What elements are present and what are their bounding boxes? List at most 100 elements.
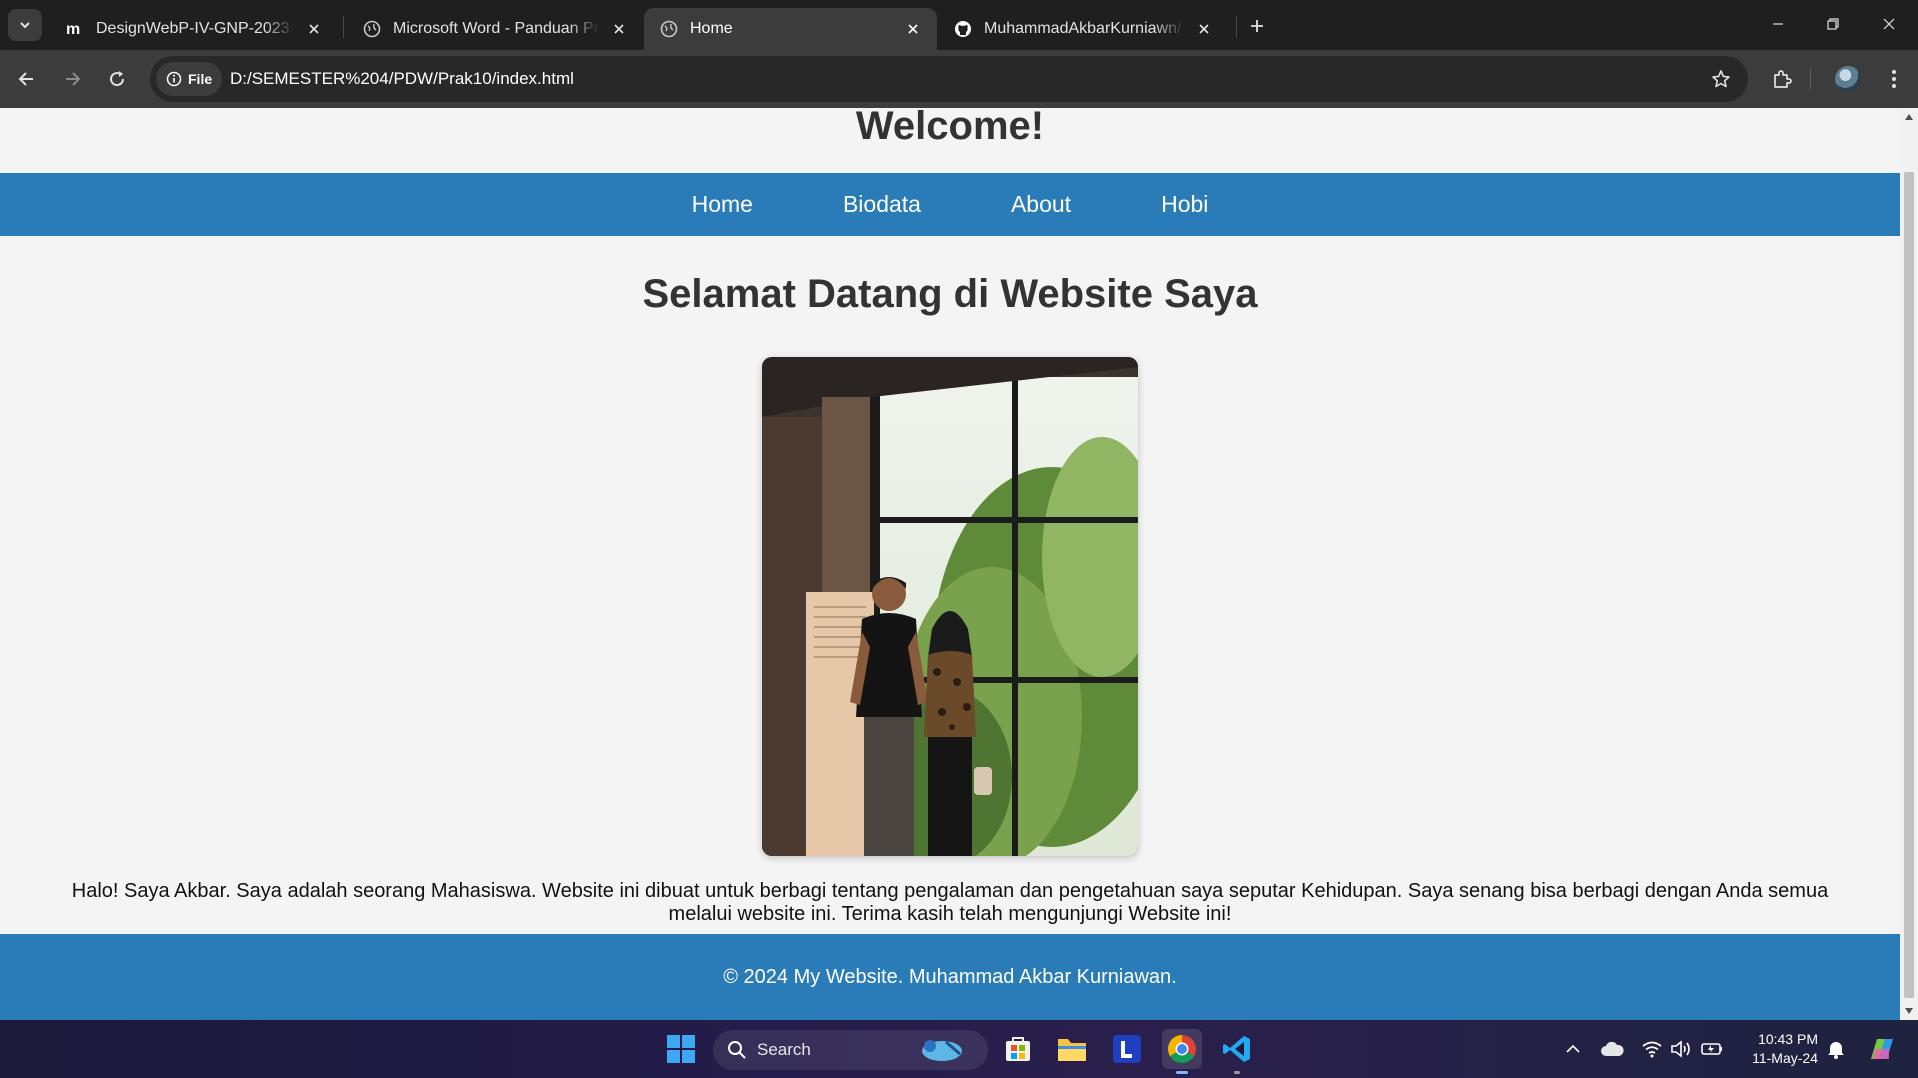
close-window-button[interactable] <box>1866 8 1912 40</box>
moodle-icon: m <box>66 20 84 38</box>
site-footer: © 2024 My Website. Muhammad Akbar Kurnia… <box>0 934 1900 1020</box>
tab-word[interactable]: Microsoft Word - Panduan Prak <box>347 8 643 50</box>
scroll-up-arrow[interactable] <box>1904 112 1914 122</box>
taskbar-file-explorer[interactable] <box>1052 1029 1092 1069</box>
profile-photo <box>762 357 1138 856</box>
globe-icon <box>363 20 381 38</box>
minimize-button[interactable] <box>1755 8 1801 40</box>
taskbar-vscode[interactable] <box>1217 1029 1257 1074</box>
menu-button[interactable] <box>1877 62 1911 96</box>
restore-icon <box>1827 18 1839 30</box>
back-button[interactable] <box>10 62 44 96</box>
windows-logo-icon <box>667 1035 695 1063</box>
scroll-down-arrow[interactable] <box>1904 1006 1914 1016</box>
site-chip-label: File <box>188 71 213 87</box>
toolbar-divider <box>1810 68 1811 90</box>
search-label: Search <box>757 1040 811 1059</box>
tab-title: MuhammadAkbarKurniawn/Tug <box>984 20 1184 37</box>
github-icon <box>954 20 972 38</box>
arrow-left-icon <box>18 72 33 86</box>
notifications-button[interactable] <box>1823 1036 1849 1062</box>
start-button[interactable] <box>661 1029 701 1069</box>
close-icon[interactable] <box>304 19 324 39</box>
site-info-chip[interactable]: File <box>156 62 223 96</box>
tab-home[interactable]: Home <box>644 8 937 50</box>
intro-paragraph: Halo! Saya Akbar. Saya adalah seorang Ma… <box>71 880 1829 925</box>
url-text[interactable]: D:/SEMESTER%204/PDW/Prak10/index.html <box>230 69 574 89</box>
onedrive-tray-button[interactable] <box>1599 1036 1625 1062</box>
taskbar-chrome[interactable] <box>1162 1029 1202 1074</box>
site-navigation: Home Biodata About Hobi <box>0 173 1900 236</box>
battery-tray-button[interactable] <box>1699 1036 1725 1062</box>
chrome-icon <box>1168 1035 1196 1063</box>
scrollbar-thumb[interactable] <box>1904 172 1914 998</box>
close-icon[interactable] <box>903 19 923 39</box>
windows-taskbar: Search 10:43 PM 11-May-24 <box>0 1020 1918 1078</box>
chevron-down-icon <box>20 22 30 29</box>
close-icon[interactable] <box>1194 19 1214 39</box>
arrow-right-icon <box>66 72 81 86</box>
wifi-icon <box>1642 1041 1662 1058</box>
kebab-menu-icon <box>1892 70 1896 88</box>
letter-l-app-icon <box>1113 1035 1141 1063</box>
vertical-scrollbar[interactable] <box>1900 108 1918 1020</box>
taskbar-clock[interactable]: 10:43 PM 11-May-24 <box>1734 1030 1818 1068</box>
running-indicator <box>1234 1071 1240 1074</box>
tab-separator <box>1236 16 1237 38</box>
page-viewport: Welcome! Home Biodata About Hobi Selamat… <box>0 108 1918 1020</box>
nav-link-biodata[interactable]: Biodata <box>843 191 921 218</box>
tab-separator <box>343 16 344 38</box>
search-highlight-icon <box>922 1040 962 1061</box>
nav-link-about[interactable]: About <box>1011 191 1071 218</box>
show-hidden-icons-button[interactable] <box>1560 1036 1586 1062</box>
wifi-tray-button[interactable] <box>1639 1036 1665 1062</box>
volume-tray-button[interactable] <box>1668 1036 1694 1062</box>
triangle-up-icon <box>1905 114 1913 120</box>
svg-text:m: m <box>66 21 80 38</box>
restore-button[interactable] <box>1810 8 1856 40</box>
minimize-icon <box>1773 23 1783 25</box>
puzzle-icon <box>1774 70 1792 88</box>
nav-link-hobi[interactable]: Hobi <box>1161 191 1208 218</box>
reload-button[interactable] <box>100 62 134 96</box>
tab-title: Home <box>690 20 733 37</box>
clock-time: 10:43 PM <box>1758 1031 1818 1047</box>
bell-icon <box>1828 1042 1844 1059</box>
tab-search-button[interactable] <box>8 9 42 41</box>
clock-date: 11-May-24 <box>1752 1050 1818 1066</box>
taskbar-app-l[interactable] <box>1107 1029 1147 1069</box>
chevron-up-icon <box>1566 1044 1580 1053</box>
browser-toolbar: File D:/SEMESTER%204/PDW/Prak10/index.ht… <box>0 50 1918 108</box>
plus-icon <box>1251 20 1263 32</box>
battery-charging-icon <box>1701 1043 1722 1055</box>
tab-github[interactable]: MuhammadAkbarKurniawn/Tug <box>938 8 1228 50</box>
close-icon <box>1883 18 1895 30</box>
forward-button[interactable] <box>55 62 89 96</box>
close-icon[interactable] <box>609 19 629 39</box>
cloud-icon <box>1601 1041 1624 1056</box>
footer-text: © 2024 My Website. Muhammad Akbar Kurnia… <box>723 965 1177 988</box>
copilot-button[interactable] <box>1865 1034 1899 1064</box>
taskbar-store[interactable] <box>998 1029 1038 1069</box>
bookmark-button[interactable] <box>1708 66 1734 92</box>
info-icon <box>166 71 182 87</box>
address-bar[interactable]: File D:/SEMESTER%204/PDW/Prak10/index.ht… <box>150 56 1748 102</box>
folder-icon <box>1058 1039 1086 1061</box>
copilot-icon <box>1871 1039 1893 1059</box>
globe-icon <box>660 20 678 38</box>
vscode-icon <box>1223 1036 1250 1062</box>
triangle-down-icon <box>1905 1008 1913 1014</box>
page-title: Selamat Datang di Website Saya <box>642 272 1258 316</box>
store-icon <box>1006 1037 1030 1061</box>
tab-moodle[interactable]: m DesignWebP-IV-GNP-2023: Pra <box>50 8 338 50</box>
speaker-icon <box>1671 1040 1690 1058</box>
nav-link-home[interactable]: Home <box>692 191 753 218</box>
tab-title: DesignWebP-IV-GNP-2023: Pra <box>96 20 294 37</box>
taskbar-search[interactable]: Search <box>713 1030 988 1070</box>
reload-icon <box>110 71 125 87</box>
extensions-button[interactable] <box>1765 62 1799 96</box>
new-tab-button[interactable] <box>1243 12 1271 40</box>
profile-button[interactable] <box>1831 62 1865 96</box>
tab-title: Microsoft Word - Panduan Prak <box>393 20 599 37</box>
welcome-heading: Welcome! <box>855 108 1045 148</box>
